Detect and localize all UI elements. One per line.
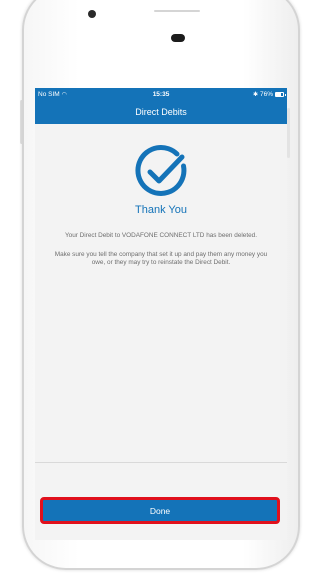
front-camera [88, 10, 96, 18]
confirmation-content: Thank You Your Direct Debit to VODAFONE … [35, 124, 287, 268]
nav-bar: Direct Debits [35, 100, 287, 124]
phone-volume-button [287, 108, 290, 158]
app-screen: No SIM ◠ 15:35 ✱ 76% Direct Debits Thank… [35, 88, 287, 540]
wifi-icon: ◠ [61, 91, 67, 98]
stage: No SIM ◠ 15:35 ✱ 76% Direct Debits Thank… [0, 0, 310, 575]
bluetooth-icon: ✱ [252, 91, 258, 98]
earpiece-speaker [171, 34, 185, 42]
page-title: Direct Debits [135, 107, 187, 117]
deletion-message: Your Direct Debit to VODAFONE CONNECT LT… [64, 232, 258, 239]
battery-percent: 76% [259, 90, 273, 98]
divider [35, 462, 287, 463]
status-time: 15:35 [152, 90, 170, 98]
thank-you-heading: Thank You [135, 204, 187, 216]
status-left: No SIM ◠ [38, 91, 108, 98]
battery-icon [275, 91, 286, 97]
status-bar: No SIM ◠ 15:35 ✱ 76% [35, 88, 287, 100]
carrier-label: No SIM [38, 90, 60, 98]
reinstate-advice: Make sure you tell the company that set … [54, 250, 268, 267]
done-button-label: Done [149, 505, 171, 516]
check-circle-icon [135, 145, 187, 196]
status-right: ✱ 76% [214, 90, 286, 98]
phone-sensor-line [154, 10, 200, 12]
done-button[interactable]: Done [40, 497, 280, 524]
